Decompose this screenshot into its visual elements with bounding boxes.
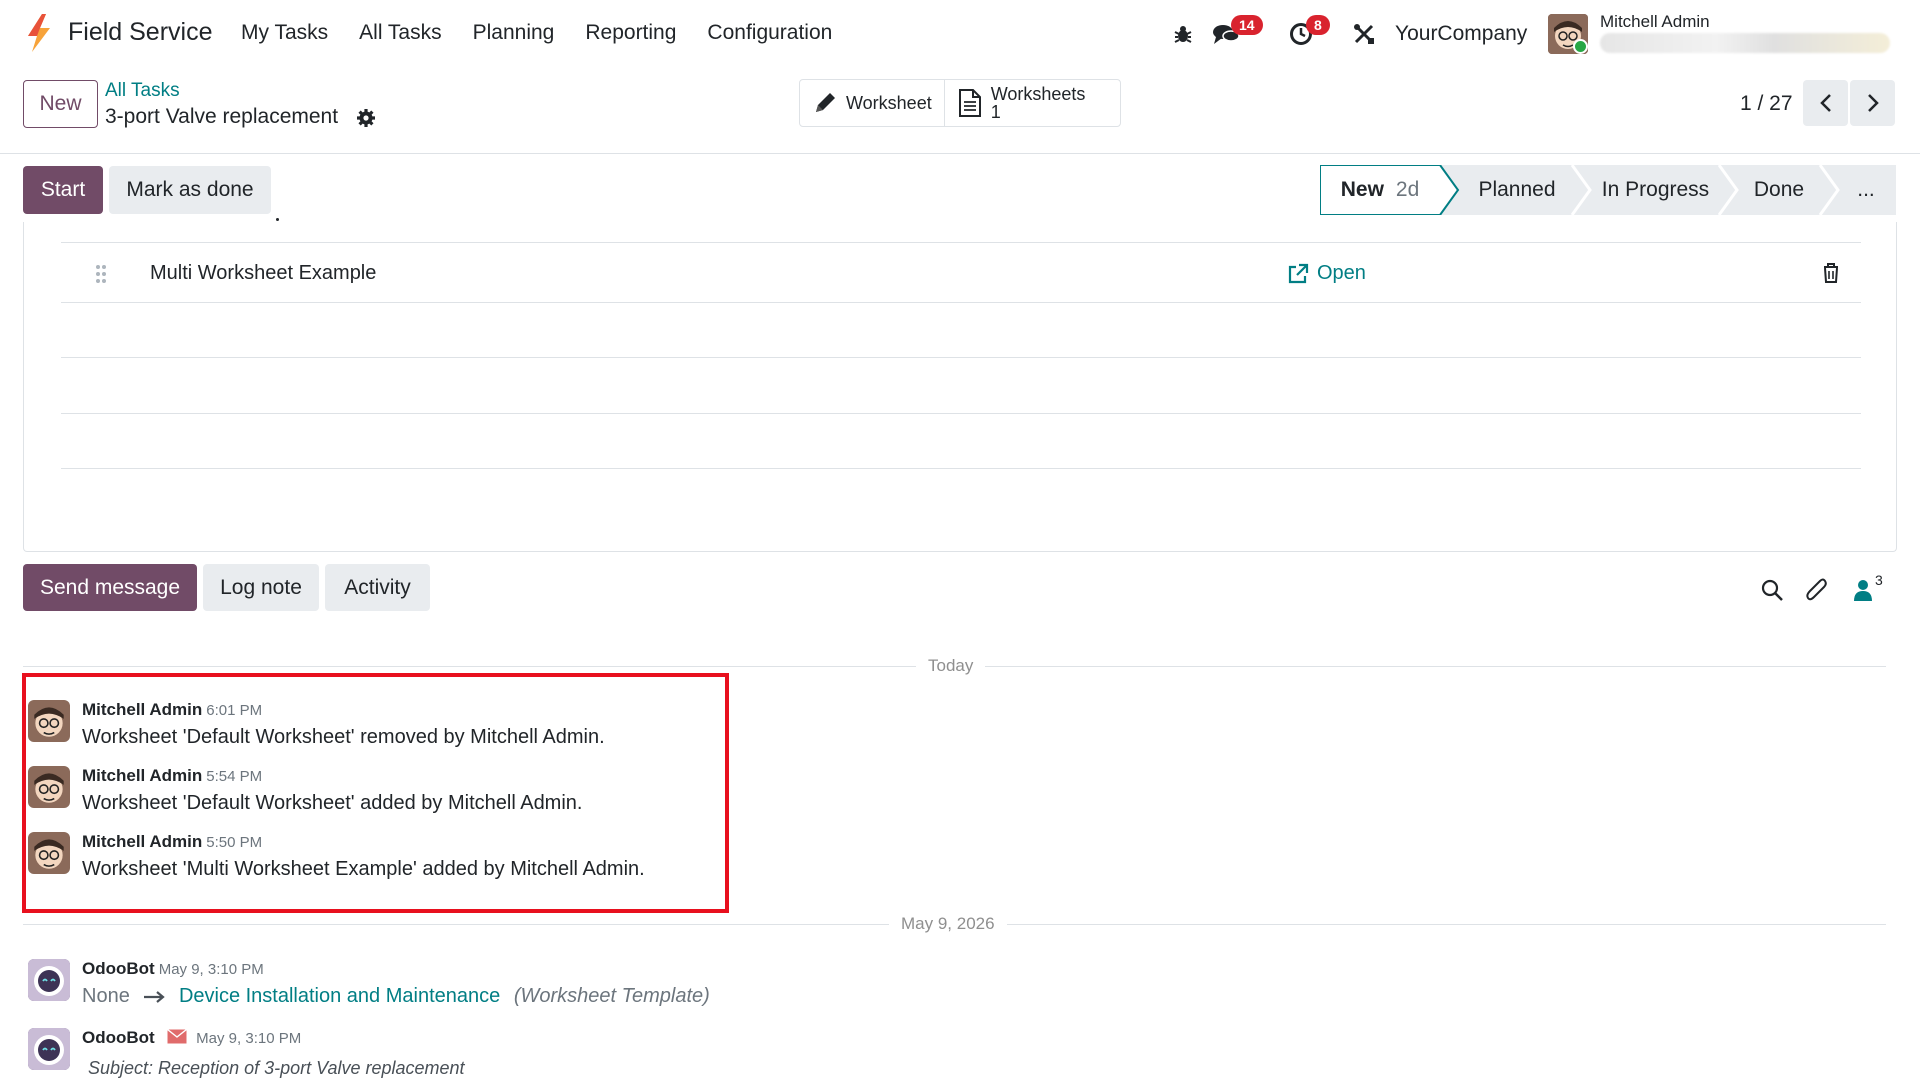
activities-badge: 8: [1306, 15, 1330, 35]
open-label: Open: [1317, 262, 1366, 284]
top-navbar: Field Service My Tasks All Tasks Plannin…: [0, 0, 1920, 68]
worksheets-smart-count: 1: [990, 102, 1001, 122]
message-time: May 9, 3:10 PM: [196, 1030, 302, 1047]
user-name[interactable]: Mitchell Admin: [1600, 12, 1710, 32]
debug-bug-icon[interactable]: [1169, 20, 1197, 48]
send-message-button[interactable]: Send message: [23, 564, 197, 611]
app-title[interactable]: Field Service: [68, 18, 213, 47]
pencil-icon: [816, 93, 835, 112]
chatter-topbar: Send message Log note Activity: [23, 564, 436, 611]
arrow-right-icon: [144, 990, 166, 1003]
external-link-icon: [1288, 263, 1309, 283]
trash-icon[interactable]: [1821, 261, 1841, 285]
message-author[interactable]: OdooBot: [82, 1028, 155, 1047]
worksheet-smart-label: Worksheet: [846, 92, 932, 113]
message-author[interactable]: OdooBot: [82, 959, 155, 978]
menu-planning[interactable]: Planning: [473, 21, 555, 45]
control-panel: New All Tasks 3-port Valve replacement W…: [0, 68, 1920, 154]
tracking-new-value: Device Installation and Maintenance: [178, 985, 501, 1007]
stage-pipeline: New 2d Planned In Progress Done ...: [1320, 165, 1896, 215]
drag-handle-icon[interactable]: [95, 264, 107, 284]
message-subject: Subject: Reception of 3-port Valve repla…: [88, 1058, 465, 1078]
row-divider: [61, 413, 1861, 414]
tracking-field-name: (Worksheet Template): [513, 985, 710, 1007]
chevron-right-icon: [1867, 94, 1879, 112]
menu-all-tasks[interactable]: All Tasks: [359, 21, 441, 45]
worksheet-smart-button[interactable]: Worksheet: [800, 80, 944, 126]
stage-new-label: New: [1340, 178, 1384, 201]
document-icon: [958, 89, 981, 117]
worksheet-open-link[interactable]: Open: [1287, 262, 1366, 285]
pager-previous-button[interactable]: [1803, 80, 1848, 126]
main-menu: My Tasks All Tasks Planning Reporting Co…: [241, 21, 863, 45]
settings-tools-icon[interactable]: [1350, 20, 1378, 48]
search-icon[interactable]: [1760, 576, 1784, 604]
new-button[interactable]: New: [23, 80, 98, 128]
message-time: May 9, 3:10 PM: [158, 961, 264, 978]
activity-button[interactable]: Activity: [325, 564, 430, 611]
start-button[interactable]: Start: [23, 166, 103, 214]
stage-new[interactable]: New 2d: [1320, 165, 1440, 215]
database-name-blurred: [1600, 33, 1890, 53]
date-separator-past-label: May 9, 2026: [889, 914, 1007, 934]
company-switcher[interactable]: YourCompany: [1395, 22, 1527, 46]
stage-done[interactable]: Done: [1736, 165, 1822, 215]
followers-user-icon[interactable]: [1852, 576, 1874, 604]
stage-more[interactable]: ...: [1836, 165, 1896, 215]
envelope-icon: [167, 1028, 188, 1044]
date-separator-today-label: Today: [916, 656, 986, 676]
chevron-left-icon: [1819, 94, 1831, 112]
pager-next-button[interactable]: [1850, 80, 1895, 126]
row-divider: [61, 242, 1861, 243]
field-service-logo-icon[interactable]: [22, 14, 54, 52]
online-status-icon: [1573, 39, 1588, 54]
menu-my-tasks[interactable]: My Tasks: [241, 21, 328, 45]
breadcrumb-parent[interactable]: All Tasks: [105, 80, 180, 102]
log-note-button[interactable]: Log note: [203, 564, 319, 611]
form-statusbar: Start Mark as done New 2d Planned In Pro…: [0, 155, 1920, 223]
scrolled-text-fragment: [276, 218, 279, 221]
form-sheet: Multi Worksheet Example Open: [23, 218, 1897, 552]
stage-new-days: 2d: [1395, 178, 1420, 201]
worksheets-smart-label: Worksheets: [990, 84, 1086, 104]
pager-value[interactable]: 1 / 27: [1740, 92, 1793, 116]
row-divider: [61, 357, 1861, 358]
messages-badge: 14: [1231, 15, 1263, 35]
paperclip-icon[interactable]: [1805, 576, 1829, 604]
mark-as-done-button[interactable]: Mark as done: [109, 166, 271, 214]
row-divider: [61, 302, 1861, 303]
breadcrumb-current: 3-port Valve replacement: [105, 105, 339, 128]
stage-in-progress[interactable]: In Progress: [1588, 165, 1723, 215]
worksheet-name: Multi Worksheet Example: [150, 262, 377, 284]
menu-configuration[interactable]: Configuration: [707, 21, 832, 45]
stage-planned[interactable]: Planned: [1460, 165, 1574, 215]
odoobot-avatar[interactable]: [28, 959, 70, 1001]
smart-buttons: Worksheet Worksheets 1: [799, 79, 1121, 127]
gear-icon[interactable]: [356, 108, 376, 128]
worksheets-smart-button[interactable]: Worksheets 1: [943, 80, 1098, 126]
highlight-annotation-box: [22, 673, 729, 913]
row-divider: [61, 468, 1861, 469]
worksheet-row[interactable]: Multi Worksheet Example Open: [61, 246, 1861, 302]
tracking-value: None Device Installation and Maintenance…: [82, 985, 710, 1008]
tracking-old-value: None: [82, 985, 130, 1007]
menu-reporting[interactable]: Reporting: [585, 21, 676, 45]
followers-count: 3: [1875, 572, 1883, 588]
odoobot-avatar[interactable]: [28, 1028, 70, 1070]
